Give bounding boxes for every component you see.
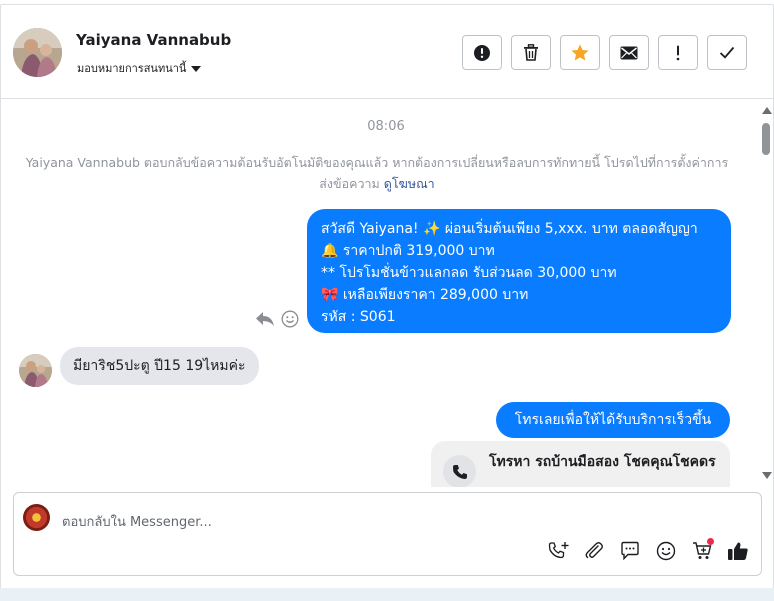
scroll-up-arrow-icon[interactable] <box>762 107 772 114</box>
page-footer-strip <box>0 588 774 601</box>
star-button[interactable] <box>560 35 600 70</box>
contact-avatar[interactable] <box>13 28 62 77</box>
chevron-down-icon <box>191 65 202 72</box>
mark-done-button[interactable] <box>707 35 747 70</box>
saved-replies-icon[interactable] <box>619 540 641 562</box>
conversation-header: Yaiyana Vannabub มอบหมายการสนทนานี้ <box>1 5 773 99</box>
assign-conversation-dropdown[interactable]: มอบหมายการสนทนานี้ <box>77 59 202 77</box>
react-emoji-icon[interactable] <box>281 310 299 328</box>
message-line: สวัสดี Yaiyana! ✨ ผ่อนเริ่มต้นเพียง 5,xx… <box>321 221 698 237</box>
follow-up-button[interactable] <box>658 35 698 70</box>
message-line: 🎀 เหลือเพียงราคา 289,000 บาท <box>321 287 529 303</box>
scroll-down-arrow-icon[interactable] <box>762 472 772 479</box>
shop-cart-icon[interactable] <box>691 538 714 562</box>
view-ad-link[interactable]: ดูโฆษณา <box>384 176 435 191</box>
contact-avatar-small[interactable] <box>19 354 52 387</box>
alert-circle-icon <box>474 44 490 61</box>
page-avatar <box>23 504 50 531</box>
contact-name: Yaiyana Vannabub <box>76 31 232 49</box>
message-scrollbar[interactable] <box>759 105 773 483</box>
exclamation-icon <box>676 45 680 60</box>
message-line: ** โปรโมชั่นข้าวแลกลด รับส่วนลด 30,000 บ… <box>321 265 617 281</box>
message-actions <box>255 310 299 328</box>
thumbs-up-icon[interactable] <box>727 540 749 562</box>
notification-dot <box>707 538 714 545</box>
envelope-icon <box>620 46 638 59</box>
call-card-text: โทรหา รถบ้านมือสอง โชคคุณโชคดร <box>489 454 716 470</box>
assign-label: มอบหมายการสนทนานี้ <box>77 62 187 75</box>
emoji-icon[interactable] <box>655 540 677 562</box>
trash-icon <box>524 44 538 61</box>
conversation-toolbar <box>462 35 747 70</box>
spam-button[interactable] <box>462 35 502 70</box>
outgoing-message[interactable]: โทรเลยเพื่อให้ได้รับบริการเร็วขึ้น <box>496 402 730 438</box>
reply-icon[interactable] <box>255 311 275 327</box>
star-icon <box>571 44 589 61</box>
reply-input[interactable]: ตอบกลับใน Messenger... <box>62 511 212 532</box>
auto-reply-notice: Yaiyana Vannabub ตอบกลับข้อความต้อนรับอั… <box>23 152 731 194</box>
attachment-icon[interactable] <box>583 540 605 562</box>
phone-icon <box>443 455 476 487</box>
message-line: รหัส : S061 <box>321 309 396 325</box>
incoming-message[interactable]: มียาริช5ปะตู ปี15 19ไหมค่ะ <box>60 347 259 385</box>
call-button-card[interactable]: โทรหา รถบ้านมือสอง โชคคุณโชคดร <box>431 441 730 487</box>
message-timestamp: 08:06 <box>367 119 405 134</box>
composer-actions <box>547 538 749 562</box>
check-icon <box>719 46 735 59</box>
notice-text: Yaiyana Vannabub ตอบกลับข้อความต้อนรับอั… <box>25 155 729 191</box>
mark-unread-button[interactable] <box>609 35 649 70</box>
delete-button[interactable] <box>511 35 551 70</box>
outgoing-message[interactable]: สวัสดี Yaiyana! ✨ ผ่อนเริ่มต้นเพียง 5,xx… <box>307 209 731 333</box>
reply-composer: ตอบกลับใน Messenger... <box>13 492 762 576</box>
add-call-icon[interactable] <box>547 540 569 562</box>
message-line: 🔔 ราคาปกติ 319,000 บาท <box>321 243 495 259</box>
